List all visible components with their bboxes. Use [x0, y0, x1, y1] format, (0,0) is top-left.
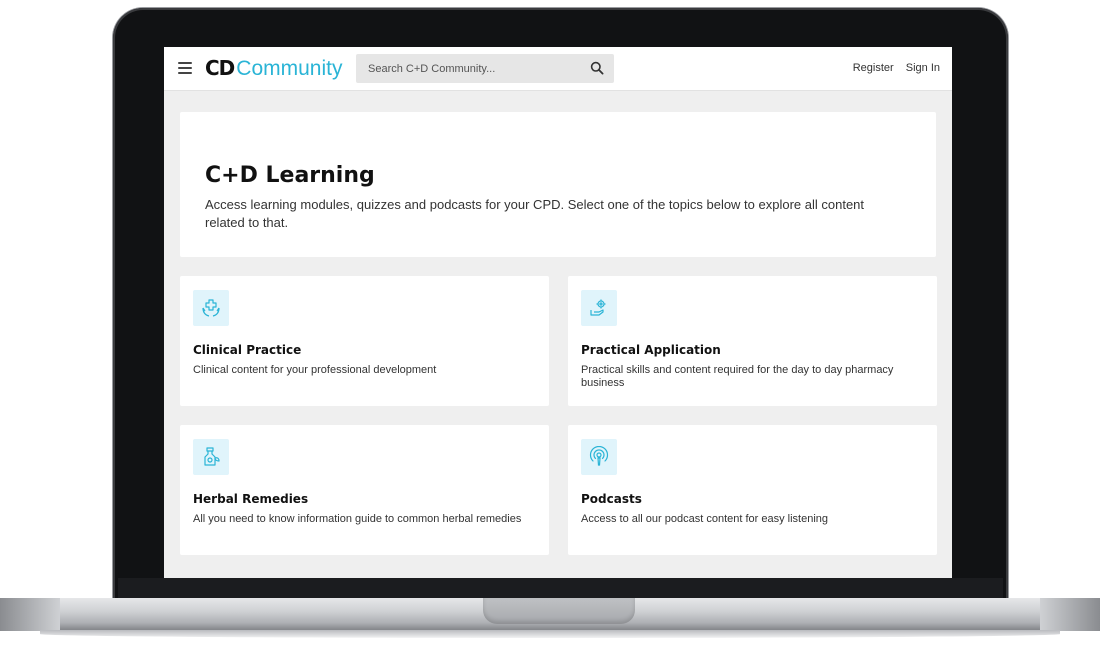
search-input[interactable]	[356, 54, 576, 83]
menu-icon[interactable]	[178, 62, 192, 74]
topic-card-podcasts[interactable]: Podcasts Access to all our podcast conte…	[568, 425, 937, 555]
topic-description: All you need to know information guide t…	[193, 513, 522, 525]
laptop-bezel-bottom	[118, 578, 1003, 600]
page-title: C+D Learning	[205, 163, 375, 188]
logo-mark: CD	[205, 56, 235, 80]
site-logo[interactable]: CD Community	[205, 56, 342, 82]
topic-description: Practical skills and content required fo…	[581, 364, 894, 389]
topic-title: Podcasts	[581, 492, 642, 506]
podcast-icon	[581, 439, 617, 475]
topic-card-practical-application[interactable]: Practical Application Practical skills a…	[568, 276, 937, 406]
laptop-base-edge-right	[1040, 598, 1100, 631]
screen: CD Community Register Sign In C+D Learni…	[164, 47, 952, 578]
herbal-bottle-icon	[193, 439, 229, 475]
laptop-base-edge-left	[0, 598, 60, 631]
topic-title: Herbal Remedies	[193, 492, 309, 506]
hand-gear-icon	[581, 290, 617, 326]
auth-links: Register Sign In	[844, 62, 940, 74]
sign-in-link[interactable]: Sign In	[906, 62, 940, 74]
topic-card-clinical-practice[interactable]: Clinical Practice Clinical content for y…	[180, 276, 549, 406]
register-link[interactable]: Register	[853, 62, 894, 74]
hero-panel: C+D Learning Access learning modules, qu…	[180, 112, 936, 257]
topic-card-herbal-remedies[interactable]: Herbal Remedies All you need to know inf…	[180, 425, 549, 555]
laptop-foot	[40, 630, 1060, 638]
search-box	[356, 54, 614, 83]
laptop-opening-notch	[483, 598, 635, 624]
topic-description: Access to all our podcast content for ea…	[581, 513, 829, 525]
search-icon[interactable]	[590, 61, 604, 75]
topic-title: Practical Application	[581, 343, 721, 357]
page-description: Access learning modules, quizzes and pod…	[205, 197, 865, 230]
logo-wordmark: Community	[236, 57, 343, 80]
topic-title: Clinical Practice	[193, 343, 302, 357]
top-nav-bar: CD Community Register Sign In	[164, 47, 952, 91]
topic-description: Clinical content for your professional d…	[193, 364, 437, 376]
hands-medical-cross-icon	[193, 290, 229, 326]
